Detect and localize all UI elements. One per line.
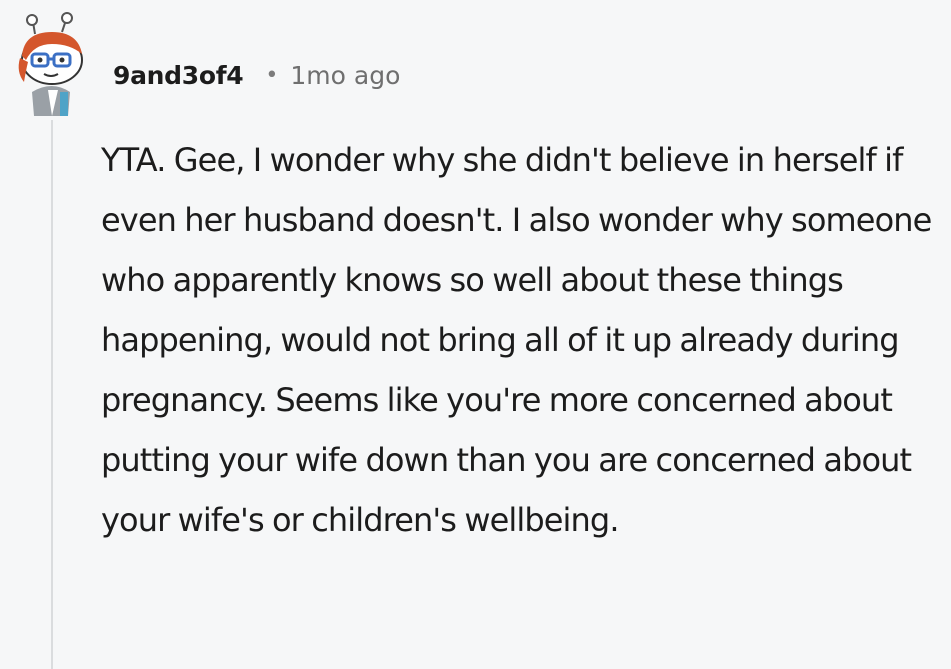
meta-separator: • bbox=[265, 62, 279, 88]
snoo-avatar-icon[interactable] bbox=[8, 10, 96, 116]
timestamp-link[interactable]: 1mo ago bbox=[290, 61, 400, 90]
thread-line[interactable] bbox=[51, 120, 53, 669]
comment-body: YTA. Gee, I wonder why she didn't believ… bbox=[101, 141, 932, 539]
comment: 9and3of4 • 1mo ago YTA. Gee, I wonder wh… bbox=[0, 0, 951, 669]
comment-meta: 9and3of4 • 1mo ago bbox=[113, 53, 400, 97]
username-link[interactable]: 9and3of4 bbox=[113, 61, 244, 90]
